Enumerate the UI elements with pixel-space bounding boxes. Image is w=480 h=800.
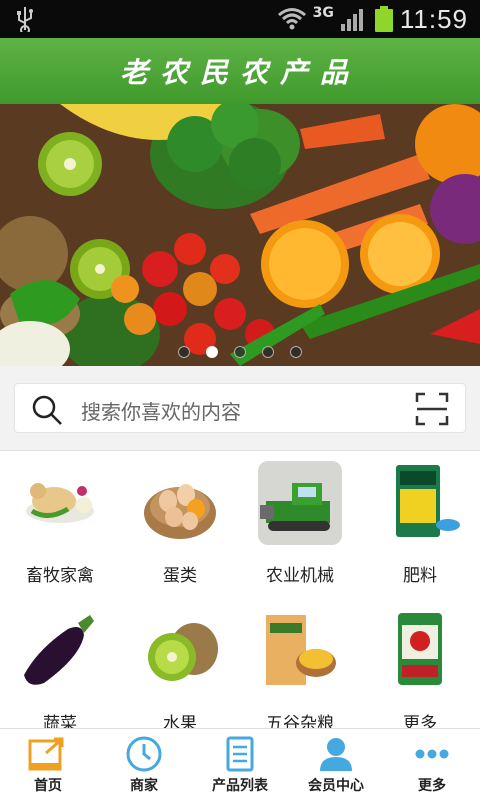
eggs-icon [138, 461, 222, 545]
tab-product-list[interactable]: 产品列表 [192, 729, 288, 800]
kiwi-icon [138, 609, 222, 693]
usb-icon [17, 7, 33, 32]
tab-label: 会员中心 [308, 778, 364, 794]
tab-home[interactable]: 首页 [0, 729, 96, 800]
carousel-dot[interactable] [262, 346, 274, 358]
app-header: 老农民农产品 [0, 38, 480, 104]
category-item-fruit[interactable]: 水果 [120, 599, 240, 734]
category-label: 肥料 [403, 566, 437, 586]
grain-icon [258, 609, 342, 693]
category-label: 农业机械 [266, 566, 334, 586]
fertilizer-icon [378, 461, 462, 545]
tab-member-center[interactable]: 会员中心 [288, 729, 384, 800]
category-label: 蛋类 [163, 566, 197, 586]
poultry-icon [18, 461, 102, 545]
category-item-eggs[interactable]: 蛋类 [120, 451, 240, 586]
carousel-dot[interactable] [178, 346, 190, 358]
category-item-vegetables[interactable]: 蔬菜 [0, 599, 120, 734]
scan-icon[interactable] [415, 392, 449, 426]
clock-icon [126, 736, 162, 772]
category-item-more[interactable]: 更多 [360, 599, 480, 734]
category-item-machinery[interactable]: 农业机械 [240, 451, 360, 586]
category-item-grains[interactable]: 五谷杂粮 [240, 599, 360, 734]
page-title: 老农民农产品 [119, 56, 360, 89]
user-icon [320, 738, 352, 771]
carousel-dot-active[interactable] [206, 346, 218, 358]
battery-icon [374, 6, 393, 32]
home-icon [28, 737, 64, 771]
network-type: 3G [312, 5, 334, 21]
eggplant-icon [18, 609, 102, 693]
tab-label: 首页 [34, 778, 62, 794]
bottom-tab-bar: 首页 商家 产品列表 会员中心 更多 [0, 728, 480, 800]
search-input[interactable]: 搜索你喜欢的内容 [81, 396, 241, 425]
harvester-icon [258, 461, 342, 545]
banner-carousel[interactable] [0, 104, 480, 366]
clock-time: 11:59 [399, 3, 468, 34]
tab-more[interactable]: 更多 [384, 729, 480, 800]
category-item-fertilizer[interactable]: 肥料 [360, 451, 480, 586]
carousel-indicators[interactable] [178, 346, 302, 358]
tab-label: 商家 [130, 778, 158, 794]
carousel-dot[interactable] [290, 346, 302, 358]
rice-bag-icon [378, 609, 462, 693]
search-box[interactable]: 搜索你喜欢的内容 [14, 383, 466, 433]
signal-icon [340, 9, 363, 31]
more-icon [415, 749, 449, 759]
search-section: 搜索你喜欢的内容 [0, 366, 480, 450]
tab-label: 产品列表 [212, 778, 268, 794]
tab-merchants[interactable]: 商家 [96, 729, 192, 800]
vegetables-banner-image [0, 104, 480, 366]
category-item-poultry[interactable]: 畜牧家禽 [0, 451, 120, 586]
list-icon [226, 736, 254, 772]
category-grid: 畜牧家禽 蛋类 农业机械 肥料 蔬菜 水果 五谷杂粮 更多 [0, 450, 480, 734]
carousel-dot[interactable] [234, 346, 246, 358]
wifi-icon [277, 8, 306, 30]
category-label: 畜牧家禽 [26, 566, 94, 586]
tab-label: 更多 [418, 778, 446, 794]
search-icon[interactable] [31, 394, 63, 426]
status-bar: 3G 11:59 [0, 0, 480, 38]
